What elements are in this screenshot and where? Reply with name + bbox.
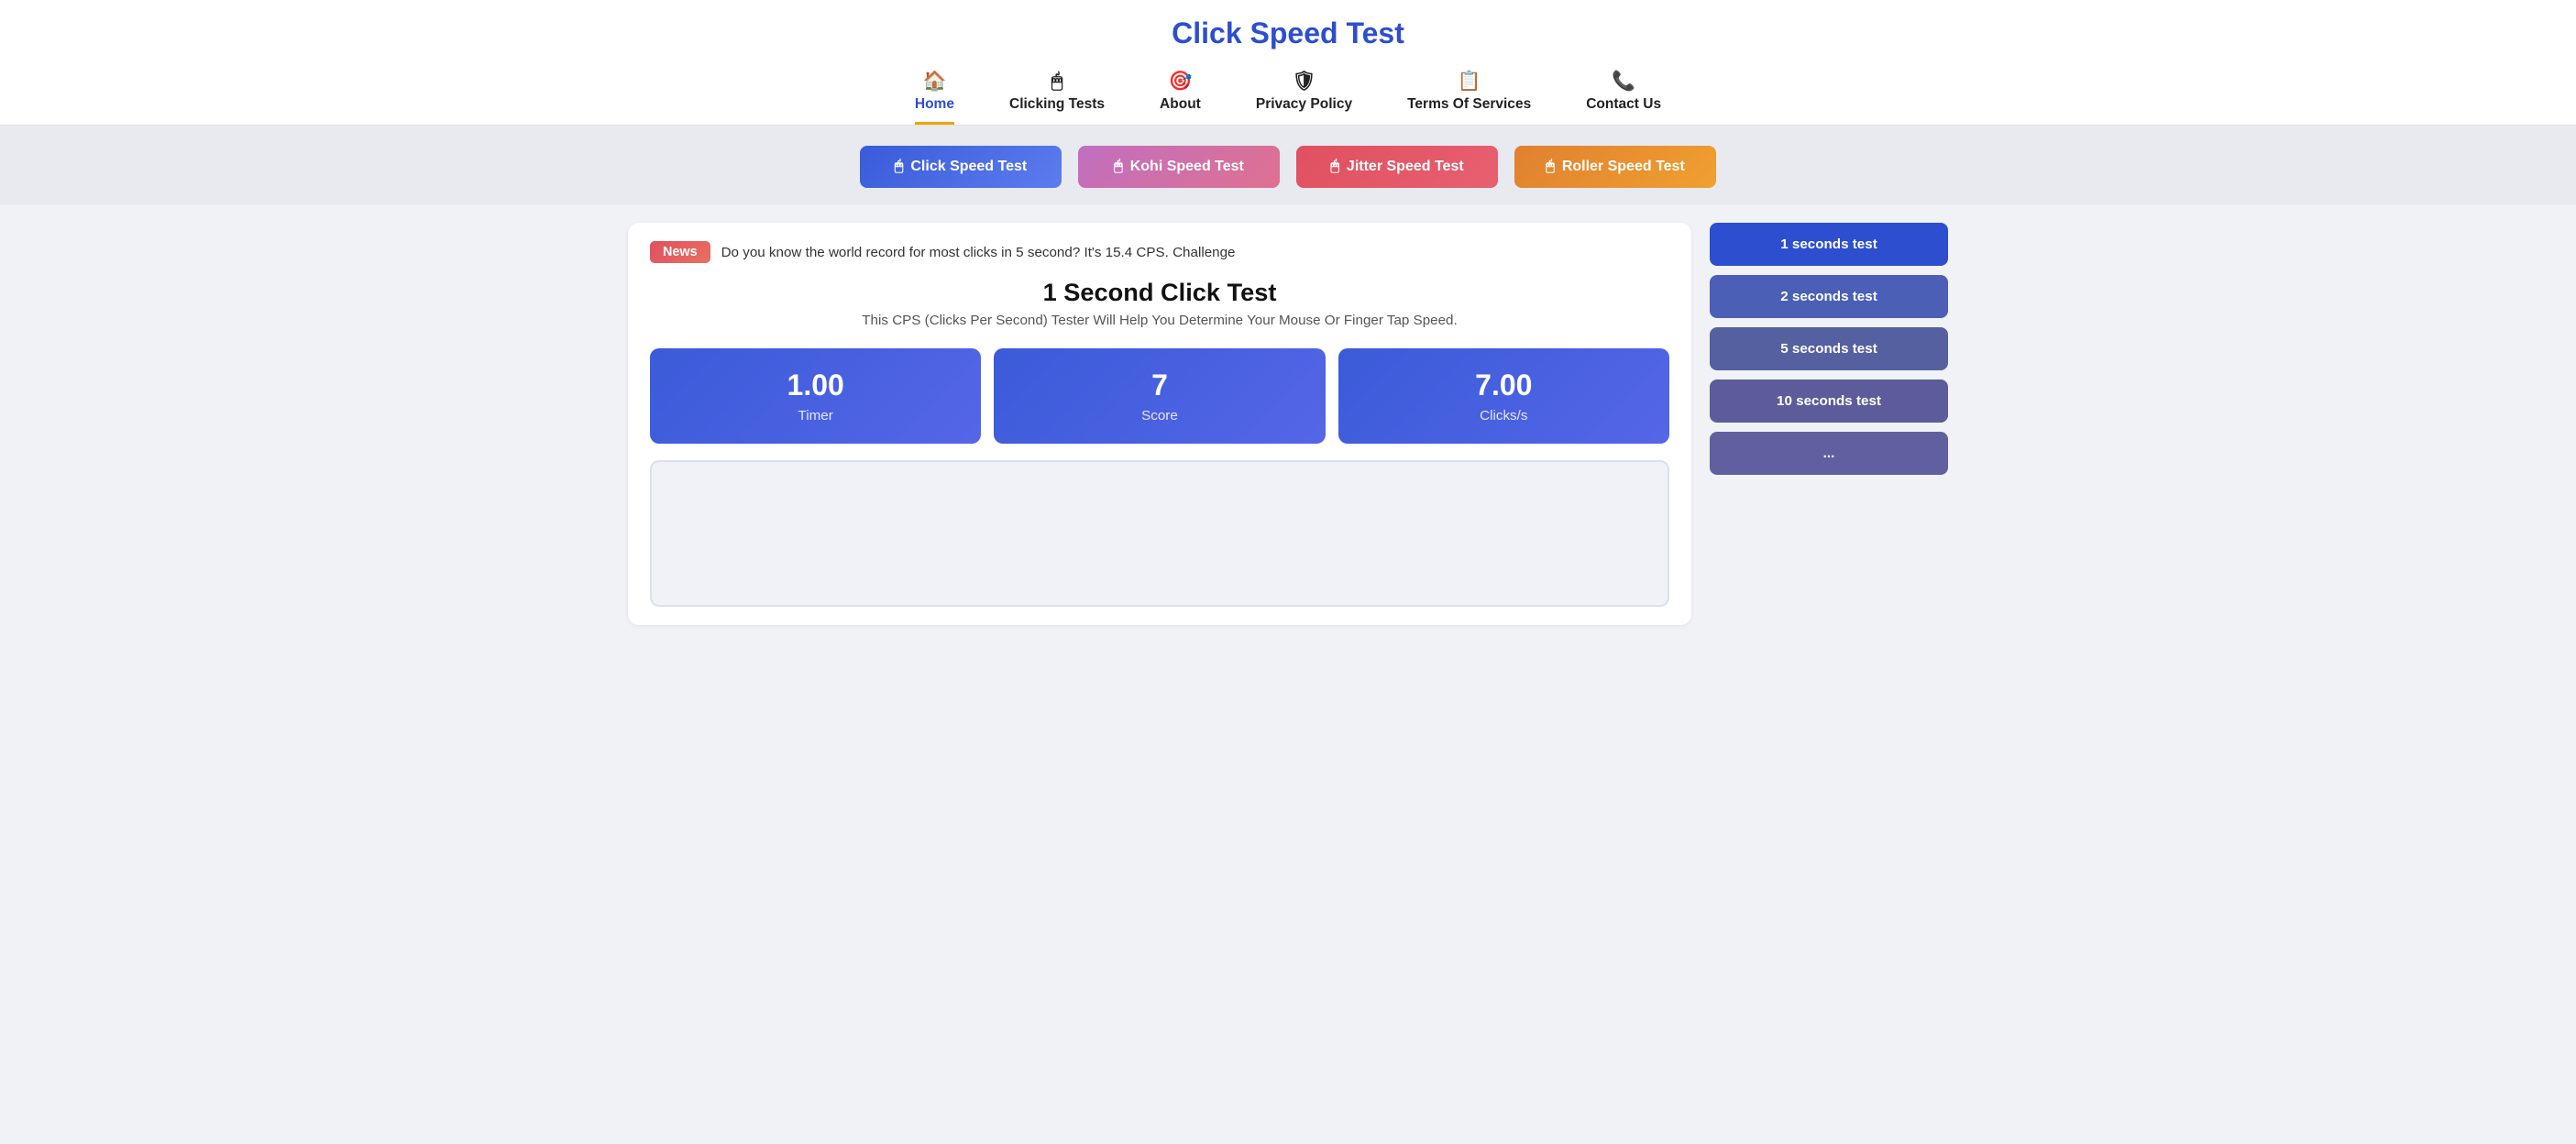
nav-label-terms: Terms Of Services (1407, 96, 1531, 113)
nav-label-clicking: Clicking Tests (1009, 96, 1105, 113)
nav-label-home: Home (915, 96, 954, 113)
left-panel: News Do you know the world record for mo… (628, 223, 1691, 625)
nav-label-about: About (1160, 96, 1201, 113)
privacy-icon: 🛡 (1292, 71, 1316, 93)
stat-label-2: Clicks/s (1348, 408, 1660, 424)
about-icon: 🎯 (1168, 71, 1192, 93)
jitter-speed-label: Jitter Speed Test (1347, 159, 1464, 175)
stat-card-score: 7 Score (994, 348, 1325, 444)
click-speed-label: Click Speed Test (910, 159, 1027, 175)
sidebar-item-contact[interactable]: 📞 Contact Us (1586, 71, 1661, 125)
terms-icon: 📋 (1458, 71, 1481, 93)
duration-button-d2[interactable]: 2 seconds test (1710, 275, 1948, 318)
site-title: Click Speed Test (0, 16, 2576, 50)
duration-button-d10[interactable]: 10 seconds test (1710, 380, 1948, 423)
news-text: Do you know the world record for most cl… (721, 245, 1236, 260)
roller-speed-button[interactable]: 🖱 Roller Speed Test (1514, 146, 1716, 188)
click-mouse-icon: 🖱 (895, 159, 904, 175)
stat-card-timer: 1.00 Timer (650, 348, 981, 444)
nav-label-privacy: Privacy Policy (1256, 96, 1352, 113)
main-nav: 🏠 Home 🖱 Clicking Tests 🎯 About 🛡 Privacy Polic… (0, 61, 2576, 125)
duration-button-d1[interactable]: 1 seconds test (1710, 223, 1948, 266)
site-header: Click Speed Test 🏠 Home 🖱 Clicking Tests 🎯 Ab… (0, 0, 2576, 126)
news-bar: News Do you know the world record for mo… (650, 241, 1669, 263)
kohi-mouse-icon: 🖱 (1114, 159, 1123, 175)
test-subtitle: This CPS (Clicks Per Second) Tester Will… (650, 313, 1669, 328)
kohi-speed-button[interactable]: 🖱 Kohi Speed Test (1078, 146, 1280, 188)
stat-value-1: 7 (1003, 368, 1316, 402)
stat-value-0: 1.00 (659, 368, 972, 402)
roller-mouse-icon: 🖱 (1546, 159, 1555, 175)
main-content: News Do you know the world record for mo… (600, 204, 1976, 644)
home-icon: 🏠 (922, 71, 946, 93)
stat-card-clicks/s: 7.00 Clicks/s (1338, 348, 1669, 444)
nav-label-contact: Contact Us (1586, 96, 1661, 113)
test-title: 1 Second Click Test (650, 278, 1669, 307)
sidebar-item-about[interactable]: 🎯 About (1160, 71, 1201, 125)
roller-speed-label: Roller Speed Test (1562, 159, 1685, 175)
clicking-icon: 🖱 (1051, 71, 1062, 93)
duration-button-d5[interactable]: 5 seconds test (1710, 327, 1948, 370)
contact-icon: 📞 (1612, 71, 1635, 93)
right-panel: 1 seconds test 2 seconds test 5 seconds te… (1710, 223, 1948, 625)
sidebar-item-terms[interactable]: 📋 Terms Of Services (1407, 71, 1531, 125)
stat-label-0: Timer (659, 408, 972, 424)
kohi-speed-label: Kohi Speed Test (1130, 159, 1244, 175)
click-area[interactable] (650, 460, 1669, 607)
duration-button-dmore[interactable]: ... (1710, 432, 1948, 475)
speed-test-row: 🖱 Click Speed Test🖱 Kohi Speed Test🖱 Jit… (0, 126, 2576, 204)
stats-row: 1.00 Timer 7 Score 7.00 Clicks/s (650, 348, 1669, 444)
jitter-mouse-icon: 🖱 (1330, 159, 1339, 175)
sidebar-item-clicking[interactable]: 🖱 Clicking Tests (1009, 71, 1105, 125)
stat-label-1: Score (1003, 408, 1316, 424)
news-badge: News (650, 241, 710, 263)
click-speed-button[interactable]: 🖱 Click Speed Test (860, 146, 1062, 188)
sidebar-item-privacy[interactable]: 🛡 Privacy Policy (1256, 71, 1352, 125)
jitter-speed-button[interactable]: 🖱 Jitter Speed Test (1296, 146, 1498, 188)
stat-value-2: 7.00 (1348, 368, 1660, 402)
sidebar-item-home[interactable]: 🏠 Home (915, 71, 954, 125)
